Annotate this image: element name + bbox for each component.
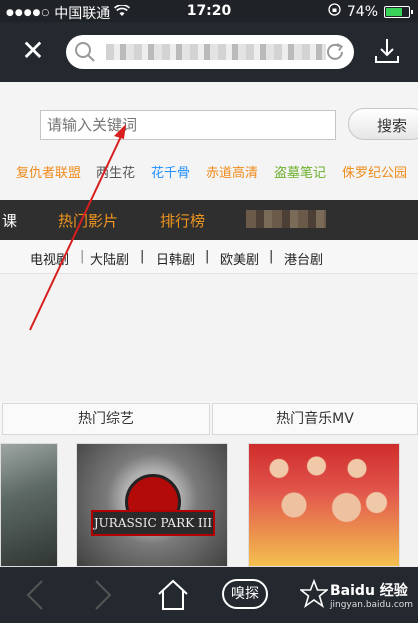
tab-music-mv[interactable]: 热门音乐MV bbox=[212, 403, 418, 435]
sub-category-tv[interactable]: 电视剧 bbox=[30, 249, 69, 268]
section-tabs: 热门综艺 热门音乐MV bbox=[0, 401, 418, 435]
category-tab-hot-movies[interactable]: 热门影片 bbox=[58, 210, 118, 231]
quick-link[interactable]: 侏罗纪公园 bbox=[342, 162, 407, 181]
star-icon[interactable] bbox=[298, 578, 330, 613]
poster-thumbnail[interactable] bbox=[248, 443, 400, 567]
watermark-brand: Baidu 经验 bbox=[330, 583, 408, 599]
browser-toolbar: ✕ bbox=[0, 22, 418, 82]
forward-arrow-icon[interactable] bbox=[88, 579, 116, 615]
search-button[interactable]: 搜索 bbox=[348, 108, 418, 140]
battery-percent: 74% bbox=[346, 3, 378, 20]
close-icon[interactable]: ✕ bbox=[18, 36, 48, 66]
download-icon[interactable] bbox=[372, 36, 402, 70]
divider: | bbox=[269, 249, 274, 264]
sub-category-bar: 电视剧 | 大陆剧 | 日韩剧 | 欧美剧 | 港台剧 bbox=[0, 240, 418, 274]
category-tab-ranking[interactable]: 排行榜 bbox=[160, 210, 205, 231]
home-icon[interactable] bbox=[156, 579, 190, 615]
tab-variety-shows[interactable]: 热门综艺 bbox=[2, 403, 210, 435]
rotation-lock-icon bbox=[328, 3, 341, 20]
url-bar[interactable] bbox=[66, 35, 354, 69]
poster-title: JURASSIC PARK III bbox=[91, 510, 215, 536]
sub-category-hktw[interactable]: 港台剧 bbox=[284, 249, 323, 268]
divider: | bbox=[205, 249, 210, 264]
reload-icon[interactable] bbox=[324, 41, 346, 67]
back-arrow-icon[interactable] bbox=[22, 579, 50, 615]
watermark-url: jingyan.baidu.com bbox=[330, 600, 414, 610]
blurred-category bbox=[246, 210, 326, 228]
status-bar: ●●●●○ 中国联通 17:20 74% bbox=[0, 0, 418, 22]
sub-category-mainland[interactable]: 大陆剧 bbox=[90, 249, 129, 268]
quick-link[interactable]: 盗墓笔记 bbox=[274, 162, 326, 181]
poster-row: JURASSIC PARK III bbox=[0, 435, 418, 567]
cast-image bbox=[249, 444, 399, 566]
divider: | bbox=[80, 249, 85, 264]
search-area: 搜索 复仇者联盟 两生花 花千骨 赤道高清 盗墓笔记 侏罗纪公园 bbox=[0, 82, 418, 200]
baidu-watermark: Baidu 经验 jingyan.baidu.com bbox=[330, 580, 413, 610]
divider: | bbox=[140, 249, 145, 264]
content-blank-area bbox=[0, 275, 418, 400]
sub-category-western[interactable]: 欧美剧 bbox=[220, 249, 259, 268]
sniff-button[interactable]: 嗅探 bbox=[222, 579, 268, 609]
search-icon bbox=[74, 41, 96, 67]
quick-link[interactable]: 赤道高清 bbox=[206, 162, 258, 181]
hot-keyword-links: 复仇者联盟 两生花 花千骨 赤道高清 盗墓笔记 侏罗纪公园 bbox=[0, 162, 418, 182]
poster-thumbnail[interactable]: JURASSIC PARK III bbox=[76, 443, 228, 567]
keyword-search-input[interactable] bbox=[40, 110, 336, 140]
category-tab[interactable]: 课 bbox=[2, 210, 17, 231]
quick-link[interactable]: 花千骨 bbox=[151, 162, 190, 181]
category-nav: 课 热门影片 排行榜 bbox=[0, 200, 418, 240]
sub-category-jpkr[interactable]: 日韩剧 bbox=[156, 249, 195, 268]
quick-link[interactable]: 两生花 bbox=[96, 162, 135, 181]
poster-thumbnail[interactable] bbox=[0, 443, 58, 567]
blurred-url bbox=[106, 44, 326, 60]
quick-link[interactable]: 复仇者联盟 bbox=[16, 162, 81, 181]
battery-icon bbox=[384, 5, 413, 18]
